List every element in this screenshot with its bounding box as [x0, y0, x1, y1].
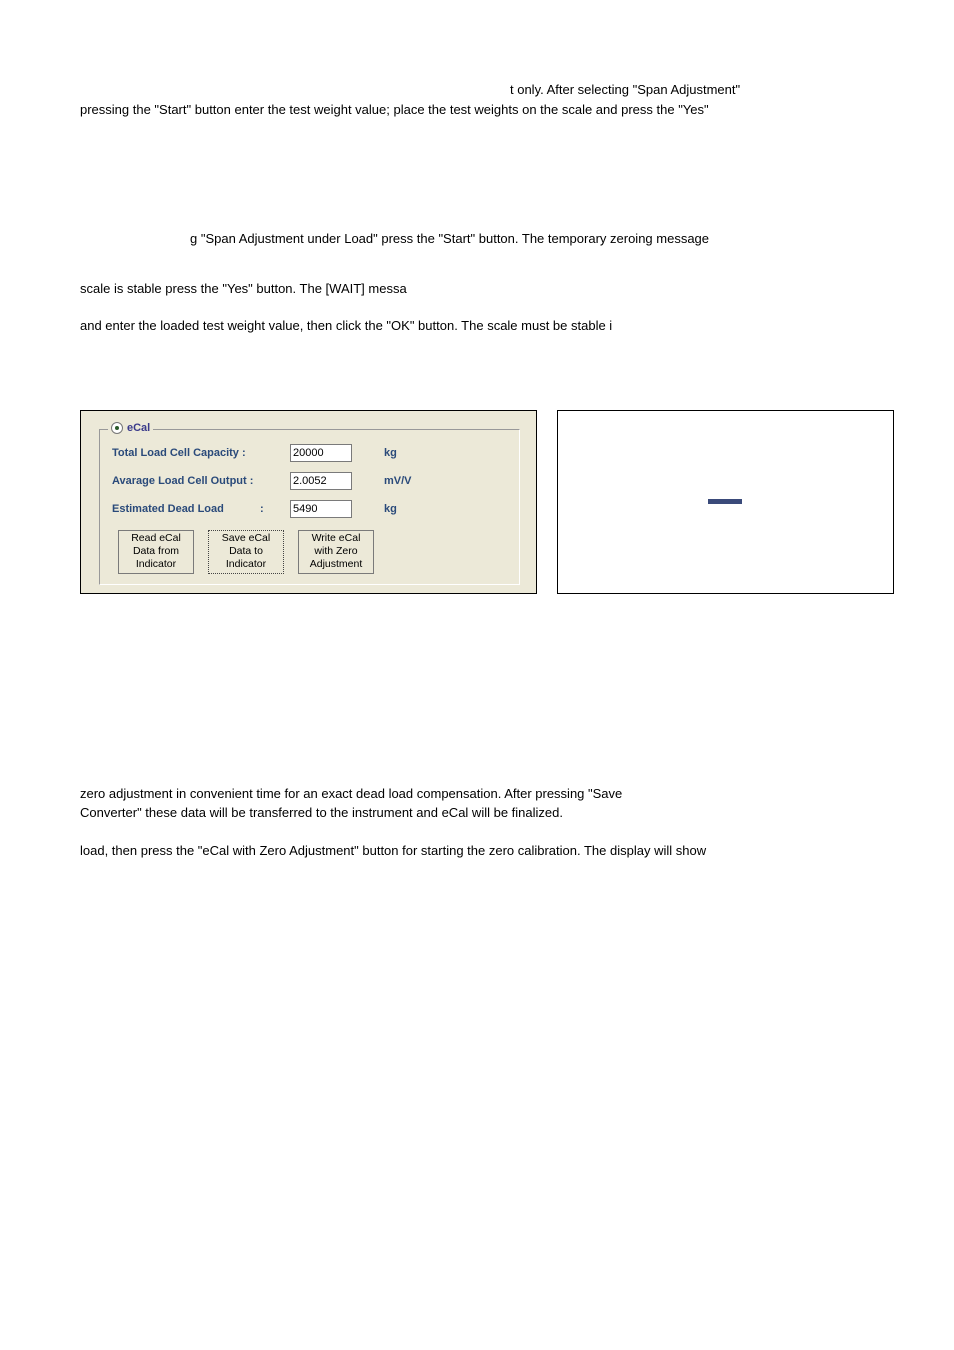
deadload-colon: : [260, 503, 290, 515]
deadload-input[interactable]: 5490 [290, 500, 352, 518]
figure-row: eCal Total Load Cell Capacity : 20000 kg… [80, 410, 894, 594]
paragraph-line: load, then press the "eCal with Zero Adj… [80, 843, 706, 858]
capacity-row: Total Load Cell Capacity : 20000 kg [112, 444, 511, 462]
output-unit: mV/V [384, 475, 412, 487]
right-panel [557, 410, 894, 594]
paragraph-line: Converter" these data will be transferre… [80, 803, 894, 823]
ecal-legend-text: eCal [127, 422, 150, 434]
paragraph-line: t only. After selecting "Span Adjustment… [80, 80, 894, 100]
ecal-legend: eCal [108, 422, 153, 434]
paragraph-line: zero adjustment in convenient time for a… [80, 784, 894, 804]
write-ecal-button[interactable]: Write eCal with Zero Adjustment [298, 530, 374, 574]
ecal-groupbox: eCal Total Load Cell Capacity : 20000 kg… [99, 429, 520, 585]
read-ecal-button[interactable]: Read eCal Data from Indicator [118, 530, 194, 574]
ecal-panel: eCal Total Load Cell Capacity : 20000 kg… [80, 410, 537, 594]
button-row: Read eCal Data from Indicator Save eCal … [118, 530, 511, 574]
capacity-unit: kg [384, 447, 397, 459]
paragraph-line: scale is stable press the "Yes" button. … [80, 281, 407, 296]
deadload-unit: kg [384, 503, 397, 515]
dash-icon [708, 499, 742, 504]
capacity-input[interactable]: 20000 [290, 444, 352, 462]
output-label: Avarage Load Cell Output : [112, 475, 290, 487]
paragraph-line: g "Span Adjustment under Load" press the… [80, 229, 894, 249]
save-ecal-button[interactable]: Save eCal Data to Indicator [208, 530, 284, 574]
ecal-radio[interactable] [111, 422, 123, 434]
output-input[interactable]: 2.0052 [290, 472, 352, 490]
output-row: Avarage Load Cell Output : 2.0052 mV/V [112, 472, 511, 490]
capacity-label: Total Load Cell Capacity : [112, 447, 290, 459]
paragraph-line: and enter the loaded test weight value, … [80, 318, 612, 333]
deadload-row: Estimated Dead Load : 5490 kg [112, 500, 511, 518]
paragraph-line: pressing the "Start" button enter the te… [80, 100, 894, 120]
deadload-label: Estimated Dead Load [112, 503, 260, 515]
